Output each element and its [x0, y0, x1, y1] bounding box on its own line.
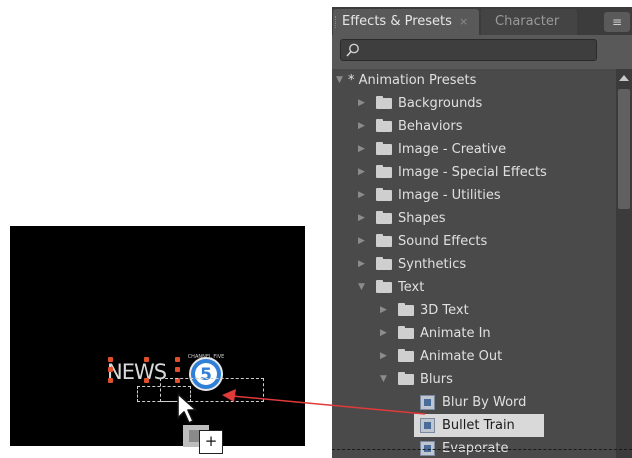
folder-icon [376, 165, 392, 178]
tab-label: Character [495, 14, 560, 29]
scroll-thumb[interactable] [618, 89, 630, 209]
expand-right-icon[interactable]: ▶ [358, 138, 365, 161]
tree-row-label: Image - Utilities [398, 188, 501, 203]
folder-icon [376, 234, 392, 247]
folder-icon [376, 280, 392, 293]
folder-icon [376, 188, 392, 201]
preset-tree: ▼ * Animation Presets ▶ Backgrounds ▶ Behavio… [332, 69, 616, 458]
selection-handle[interactable] [144, 357, 149, 362]
tree-row[interactable]: ▶ Image - Creative [332, 138, 616, 161]
selection-handle[interactable] [108, 378, 113, 383]
tree-row[interactable]: ▶ Synthetics [332, 253, 616, 276]
tree-row-label: Text [398, 280, 425, 295]
tree-row-label: Evaporate [442, 441, 509, 456]
tree-row[interactable]: ▶ Behaviors [332, 115, 616, 138]
tree-row[interactable]: Evaporate [332, 437, 616, 458]
search-row [332, 35, 632, 69]
composition-viewer[interactable]: NEWS 5 CHANNEL FIVE [10, 226, 305, 446]
folder-icon [398, 349, 414, 362]
effects-presets-panel: Effects & Presets × Character ≡ ▼ * Anima… [332, 7, 632, 458]
tab-character[interactable]: Character [481, 9, 577, 35]
selection-handle[interactable] [144, 378, 149, 383]
folder-icon [398, 303, 414, 316]
scrollbar[interactable] [616, 69, 632, 458]
expand-right-icon[interactable]: ▶ [358, 92, 365, 115]
tree-row-label: * Animation Presets [348, 73, 477, 88]
tree-row[interactable]: ▼ Text [332, 276, 616, 299]
tree-row[interactable]: Blur By Word [332, 391, 616, 414]
preset-icon [420, 418, 435, 433]
search-input[interactable] [340, 39, 597, 61]
expand-down-icon[interactable]: ▼ [358, 276, 365, 299]
tree-row-label: Image - Special Effects [398, 165, 547, 180]
tree-row[interactable]: ▶ Image - Utilities [332, 184, 616, 207]
folder-icon [398, 326, 414, 339]
folder-icon [376, 119, 392, 132]
expand-right-icon[interactable]: ▶ [358, 253, 365, 276]
tree-row-label: Blur By Word [442, 395, 527, 410]
expand-right-icon[interactable]: ▶ [358, 207, 365, 230]
expand-right-icon[interactable]: ▶ [358, 115, 365, 138]
expand-right-icon[interactable]: ▶ [380, 345, 387, 368]
selection-handle[interactable] [108, 357, 113, 362]
expand-down-icon[interactable]: ▼ [336, 69, 343, 92]
tab-effects-presets[interactable]: Effects & Presets × [333, 9, 479, 35]
folder-icon [376, 96, 392, 109]
scroll-up-icon[interactable] [619, 75, 629, 81]
tree-row[interactable]: ▼ * Animation Presets [332, 69, 616, 92]
panel-menu-icon[interactable]: ≡ [604, 12, 630, 32]
folder-icon [376, 142, 392, 155]
tree-row-label: 3D Text [420, 303, 469, 318]
tree-row[interactable]: ▶ Shapes [332, 207, 616, 230]
expand-right-icon[interactable]: ▶ [358, 184, 365, 207]
selection-handle[interactable] [175, 367, 180, 372]
expand-right-icon[interactable]: ▶ [380, 299, 387, 322]
tree-row-label: Animate Out [420, 349, 503, 364]
tab-label: Effects & Presets [342, 14, 452, 29]
folder-icon [376, 257, 392, 270]
tree-row[interactable]: ▶ Animate Out [332, 345, 616, 368]
tree-row-label: Animate In [420, 326, 491, 341]
tree-row[interactable]: ▶ Animate In [332, 322, 616, 345]
tab-grip-icon [335, 16, 339, 28]
tree-row-label: Behaviors [398, 119, 463, 134]
tree-row-label: Image - Creative [398, 142, 507, 157]
news-text-layer[interactable]: NEWS [107, 360, 167, 384]
tree-row-label: Synthetics [398, 257, 467, 272]
preset-icon [420, 395, 435, 410]
expand-down-icon[interactable]: ▼ [380, 368, 387, 391]
search-icon [346, 43, 359, 57]
close-icon[interactable]: × [459, 9, 468, 35]
tree-row-label: Backgrounds [398, 96, 483, 111]
tree-row-label: Shapes [398, 211, 446, 226]
tree-row[interactable]: ▶ 3D Text [332, 299, 616, 322]
tree-row[interactable]: ▶ Sound Effects [332, 230, 616, 253]
arrow-cursor-icon [177, 393, 197, 424]
expand-right-icon[interactable]: ▶ [358, 230, 365, 253]
tree-row[interactable]: ▼ Blurs [332, 368, 616, 391]
tree-row[interactable]: ▶ Backgrounds [332, 92, 616, 115]
tree-row-label: Bullet Train [442, 418, 515, 433]
tree-row[interactable]: ▶ Image - Special Effects [332, 161, 616, 184]
tree-row-label: Blurs [420, 372, 453, 387]
tree-row-selected[interactable]: Bullet Train [414, 414, 544, 437]
expand-right-icon[interactable]: ▶ [358, 161, 365, 184]
tree-row-label: Sound Effects [398, 234, 488, 249]
panel-tab-bar: Effects & Presets × Character ≡ [332, 7, 632, 35]
cut-line [332, 449, 632, 450]
expand-right-icon[interactable]: ▶ [380, 322, 387, 345]
folder-icon [376, 211, 392, 224]
folder-icon [398, 372, 414, 385]
logo-ring-text: CHANNEL FIVE [188, 354, 225, 360]
selection-handle[interactable] [108, 367, 113, 372]
selection-handle[interactable] [175, 357, 180, 362]
copy-plus-icon: + [199, 430, 223, 454]
